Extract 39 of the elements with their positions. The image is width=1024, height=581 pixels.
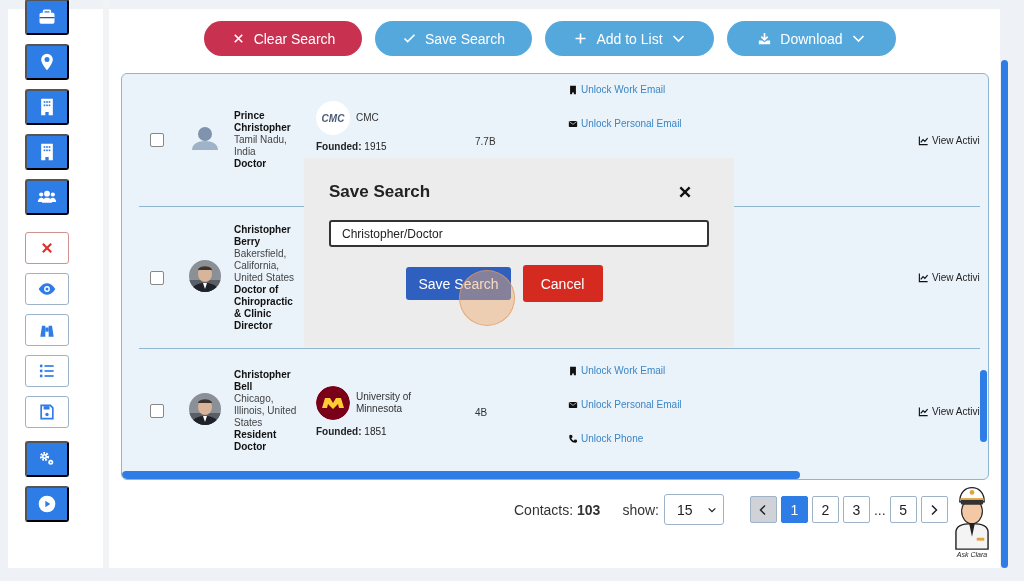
contact-name: Christopher Berry: [234, 223, 292, 248]
contacts-count: Contacts: 103: [514, 501, 601, 518]
cancel-button[interactable]: Cancel: [522, 265, 603, 302]
page-ellipsis: ...: [873, 501, 886, 518]
page-button[interactable]: 5: [889, 496, 917, 523]
contact-location: Chicago, Illinois, United States: [234, 393, 298, 429]
contact-location: Bakersfield, California, United States: [234, 247, 296, 284]
page-button[interactable]: 2: [811, 496, 839, 523]
founded-year: Founded: 1851: [316, 425, 388, 437]
company-logo: CMC: [316, 101, 350, 135]
show-label: show:: [622, 501, 659, 518]
search-name-field[interactable]: Christopher/Doctor: [329, 220, 709, 247]
contact-title: Doctor of Chiropractic & Clinic Director: [234, 283, 294, 332]
toolbar-button[interactable]: Save Search: [375, 21, 532, 56]
page-size-select[interactable]: 15: [663, 494, 724, 525]
view-activity-link[interactable]: View Activi: [918, 405, 980, 417]
unlock-link[interactable]: Unlock Work Email: [568, 84, 918, 95]
contact-name: Christopher Bell: [234, 369, 292, 393]
toolbar-button[interactable]: Clear Search: [204, 21, 362, 56]
founded-year: Founded: 1915: [316, 141, 388, 152]
unlock-link[interactable]: Unlock Phone: [568, 433, 918, 444]
dialog-title: Save Search: [329, 182, 431, 202]
view-activity-link[interactable]: View Activi: [918, 272, 980, 283]
revenue: 4B: [475, 407, 488, 418]
revenue: 7.7B: [475, 136, 496, 147]
unlock-link[interactable]: Unlock Personal Email: [568, 118, 918, 129]
toolbar-button[interactable]: Add to List: [545, 21, 714, 56]
contact-name: Prince Christopher: [234, 110, 292, 134]
unlock-link[interactable]: Unlock Personal Email: [568, 399, 918, 410]
contact-location: Tamil Nadu, India: [234, 134, 288, 158]
toolbar-button[interactable]: Download: [727, 21, 896, 56]
contact-title: Resident Doctor: [234, 429, 278, 453]
page-button[interactable]: 1: [780, 496, 808, 523]
company-name: University of Minnesota: [356, 390, 412, 415]
view-activity-link[interactable]: View Activi: [918, 134, 988, 146]
contact-title: Doctor: [234, 158, 268, 170]
unlock-link[interactable]: Unlock Work Email: [568, 365, 918, 376]
page-button[interactable]: 3: [842, 496, 870, 523]
company-name: CMC: [356, 112, 380, 124]
